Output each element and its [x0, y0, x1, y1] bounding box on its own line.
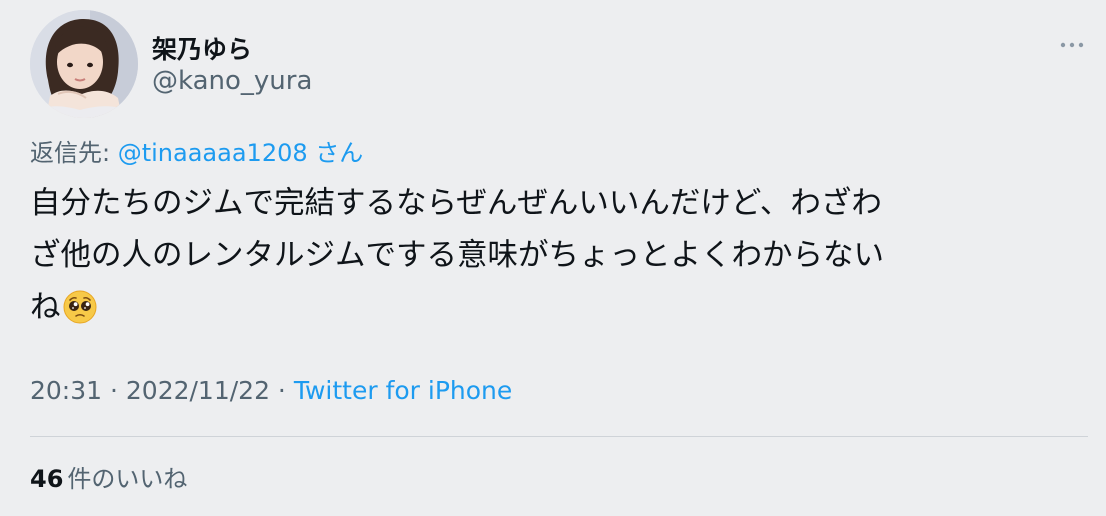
meta-separator: ·	[102, 376, 126, 405]
more-button[interactable]	[1052, 30, 1092, 60]
display-name[interactable]: 架乃ゆら	[152, 30, 252, 66]
tweet-source-link[interactable]: Twitter for iPhone	[294, 376, 512, 405]
tweet-date[interactable]: 2022/11/22	[126, 376, 270, 405]
avatar[interactable]	[30, 10, 138, 118]
tweet-time[interactable]: 20:31	[30, 376, 102, 405]
reply-to-line: 返信先: @tinaaaaa1208 さん	[30, 133, 363, 168]
tweet-text-line-last: ね	[30, 282, 1080, 341]
tweet-text: 自分たちのジムで完結するならぜんぜんいいんだけど、わざわ ざ他の人のレンタルジム…	[30, 178, 1080, 341]
reply-prefix: 返信先:	[30, 139, 118, 167]
reply-mention-link[interactable]: @tinaaaaa1208	[118, 139, 308, 167]
user-handle[interactable]: @kano_yura	[152, 66, 312, 96]
tweet-text-line: ざ他の人のレンタルジムでする意味がちょっとよくわからない	[30, 238, 884, 273]
avatar-photo	[30, 10, 138, 118]
pleading-face-emoji	[63, 289, 97, 341]
tweet-card: 架乃ゆら @kano_yura 返信先: @tinaaaaa1208 さん 自分…	[0, 0, 1106, 516]
meta-separator: ·	[269, 376, 294, 405]
likes-count: 46	[30, 465, 64, 493]
likes-label: 件のいいね	[67, 465, 188, 493]
more-dots-icon	[1060, 42, 1084, 48]
likes-link[interactable]: 46 件のいいね	[30, 459, 187, 494]
divider	[30, 436, 1088, 437]
tweet-meta: 20:31 · 2022/11/22 · Twitter for iPhone	[30, 376, 512, 405]
tweet-text-line: ね	[30, 290, 61, 325]
reply-suffix: さん	[307, 139, 364, 167]
tweet-text-line: 自分たちのジムで完結するならぜんぜんいいんだけど、わざわ	[30, 186, 882, 221]
